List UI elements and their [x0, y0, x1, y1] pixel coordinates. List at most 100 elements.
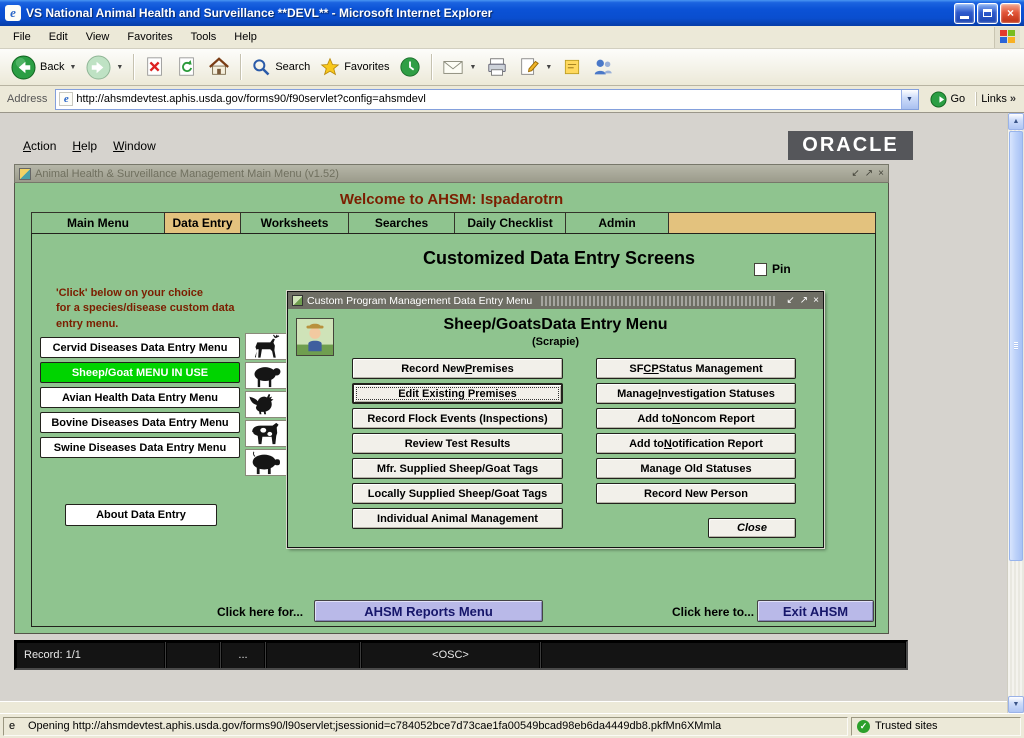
history-button[interactable] — [394, 54, 426, 80]
record-indicator: Record: 1/1 — [16, 642, 166, 668]
menu-favorites[interactable]: Favorites — [118, 28, 181, 46]
menu-file[interactable]: File — [4, 28, 40, 46]
favorites-label: Favorites — [344, 61, 389, 73]
minimize-button[interactable] — [954, 3, 975, 24]
bovine-menu-button[interactable]: Bovine Diseases Data Entry Menu — [40, 412, 240, 433]
dialog-close-icon[interactable]: × — [813, 295, 819, 306]
forms-maximize-icon[interactable]: ↗ — [865, 168, 873, 179]
browser-viewport: Action Help Window ORACLE Animal Health … — [0, 113, 1007, 713]
forward-dropdown-icon[interactable]: ▼ — [116, 64, 123, 71]
avian-menu-button[interactable]: Avian Health Data Entry Menu — [40, 387, 240, 408]
forward-button[interactable]: ▼ — [81, 53, 128, 82]
scroll-down-button[interactable]: ▼ — [1008, 696, 1024, 713]
tab-data-entry[interactable]: Data Entry — [164, 212, 241, 233]
dialog-minimize-icon[interactable]: ↙ — [786, 295, 794, 306]
back-dropdown-icon[interactable]: ▼ — [69, 64, 76, 71]
sfcp-status-management-button[interactable]: SFCP Status Management — [596, 358, 796, 379]
pin-control: Pin — [754, 262, 791, 276]
print-button[interactable] — [481, 54, 513, 80]
history-icon — [399, 56, 421, 78]
record-new-person-button[interactable]: Record New Person — [596, 483, 796, 504]
edit-button[interactable]: ▼ — [513, 54, 557, 80]
rooster-icon — [245, 391, 289, 418]
messenger-icon — [562, 57, 582, 77]
links-button[interactable]: Links » — [976, 92, 1020, 106]
tab-main-menu[interactable]: Main Menu — [31, 212, 165, 233]
stop-button[interactable] — [139, 54, 171, 80]
sheep-goat-menu-button[interactable]: Sheep/Goat MENU IN USE — [40, 362, 240, 383]
dialog-maximize-icon[interactable]: ↗ — [800, 295, 808, 306]
trusted-sites-icon: ✓ — [857, 720, 870, 733]
cervid-menu-button[interactable]: Cervid Diseases Data Entry Menu — [40, 337, 240, 358]
pin-checkbox[interactable] — [754, 263, 767, 276]
forms-mdi-window: Animal Health & Surveillance Management … — [14, 164, 889, 634]
add-to-notification-report-button[interactable]: Add to Notification Report — [596, 433, 796, 454]
tab-worksheets[interactable]: Worksheets — [240, 212, 349, 233]
exit-ahsm-button[interactable]: Exit AHSM — [757, 600, 874, 622]
messenger-button[interactable] — [557, 55, 587, 79]
individual-animal-management-button[interactable]: Individual Animal Management — [352, 508, 563, 529]
status-message: Opening http://ahsmdevtest.aphis.usda.go… — [28, 720, 721, 732]
favorites-button[interactable]: Favorites — [315, 55, 394, 79]
species-menu-list: Cervid Diseases Data Entry Menu Sheep/Go… — [40, 337, 240, 458]
review-test-results-button[interactable]: Review Test Results — [352, 433, 563, 454]
data-entry-panel: Customized Data Entry Screens Pin 'Click… — [31, 233, 876, 627]
menu-view[interactable]: View — [77, 28, 119, 46]
forms-menu-window[interactable]: Window — [106, 137, 163, 155]
security-zone-label: Trusted sites — [875, 720, 938, 732]
forms-minimize-icon[interactable]: ↙ — [851, 168, 859, 179]
go-button[interactable]: Go — [924, 90, 972, 109]
address-label: Address — [4, 93, 50, 105]
scroll-track[interactable] — [1008, 562, 1024, 696]
menu-help[interactable]: Help — [225, 28, 266, 46]
mail-button[interactable]: ▼ — [437, 54, 481, 80]
swine-menu-button[interactable]: Swine Diseases Data Entry Menu — [40, 437, 240, 458]
search-button[interactable]: Search — [246, 55, 315, 79]
record-new-premises-button[interactable]: Record New Premises — [352, 358, 563, 379]
edit-dropdown-icon[interactable]: ▼ — [545, 64, 552, 71]
exit-caption: Click here to... — [672, 605, 754, 619]
dialog-close-button[interactable]: Close — [708, 518, 796, 538]
scroll-up-button[interactable]: ▲ — [1008, 113, 1024, 130]
record-flock-events-button[interactable]: Record Flock Events (Inspections) — [352, 408, 563, 429]
pin-label: Pin — [772, 262, 791, 276]
dialog-icon — [292, 295, 303, 306]
menu-edit[interactable]: Edit — [40, 28, 77, 46]
scroll-thumb[interactable] — [1009, 131, 1023, 561]
tab-daily-checklist[interactable]: Daily Checklist — [454, 212, 566, 233]
locally-supplied-tags-button[interactable]: Locally Supplied Sheep/Goat Tags — [352, 483, 563, 504]
about-data-entry-button[interactable]: About Data Entry — [65, 504, 217, 526]
forms-window-title: Animal Health & Surveillance Management … — [35, 168, 847, 180]
page-icon: e — [59, 92, 73, 106]
deer-icon — [245, 333, 289, 360]
menu-tools[interactable]: Tools — [182, 28, 226, 46]
back-button[interactable]: Back ▼ — [6, 53, 81, 82]
mail-dropdown-icon[interactable]: ▼ — [469, 64, 476, 71]
refresh-button[interactable] — [171, 54, 203, 80]
tab-admin[interactable]: Admin — [565, 212, 669, 233]
add-to-noncom-report-button[interactable]: Add to Noncom Report — [596, 408, 796, 429]
forms-menu-action[interactable]: Action — [16, 137, 63, 155]
close-button[interactable]: × — [1000, 3, 1021, 24]
tab-strip-filler — [668, 212, 876, 233]
ahsm-reports-menu-button[interactable]: AHSM Reports Menu — [314, 600, 543, 622]
address-bar: Address e ▼ Go Links » — [0, 86, 1024, 113]
animal-icon-strip — [245, 333, 289, 476]
edit-existing-premises-button[interactable]: Edit Existing Premises — [352, 383, 563, 404]
vertical-scrollbar[interactable]: ▲ ▼ — [1007, 113, 1024, 713]
maximize-button[interactable] — [977, 3, 998, 24]
address-input[interactable] — [76, 91, 900, 108]
forms-menu-bar: Action Help Window ORACLE — [0, 131, 1007, 161]
home-button[interactable] — [203, 54, 235, 80]
tab-searches[interactable]: Searches — [348, 212, 455, 233]
discuss-button[interactable] — [587, 54, 619, 80]
manage-old-statuses-button[interactable]: Manage Old Statuses — [596, 458, 796, 479]
forms-menu-help[interactable]: Help — [65, 137, 104, 155]
forms-canvas: Welcome to AHSM: Ispadarotrn Main Menu D… — [14, 183, 889, 634]
address-dropdown-icon[interactable]: ▼ — [901, 90, 918, 109]
forms-close-icon[interactable]: × — [878, 168, 884, 179]
mfr-supplied-tags-button[interactable]: Mfr. Supplied Sheep/Goat Tags — [352, 458, 563, 479]
manage-investigation-statuses-button[interactable]: Manage Investigation Statuses — [596, 383, 796, 404]
window-title: VS National Animal Health and Surveillan… — [26, 6, 954, 20]
print-icon — [486, 56, 508, 78]
